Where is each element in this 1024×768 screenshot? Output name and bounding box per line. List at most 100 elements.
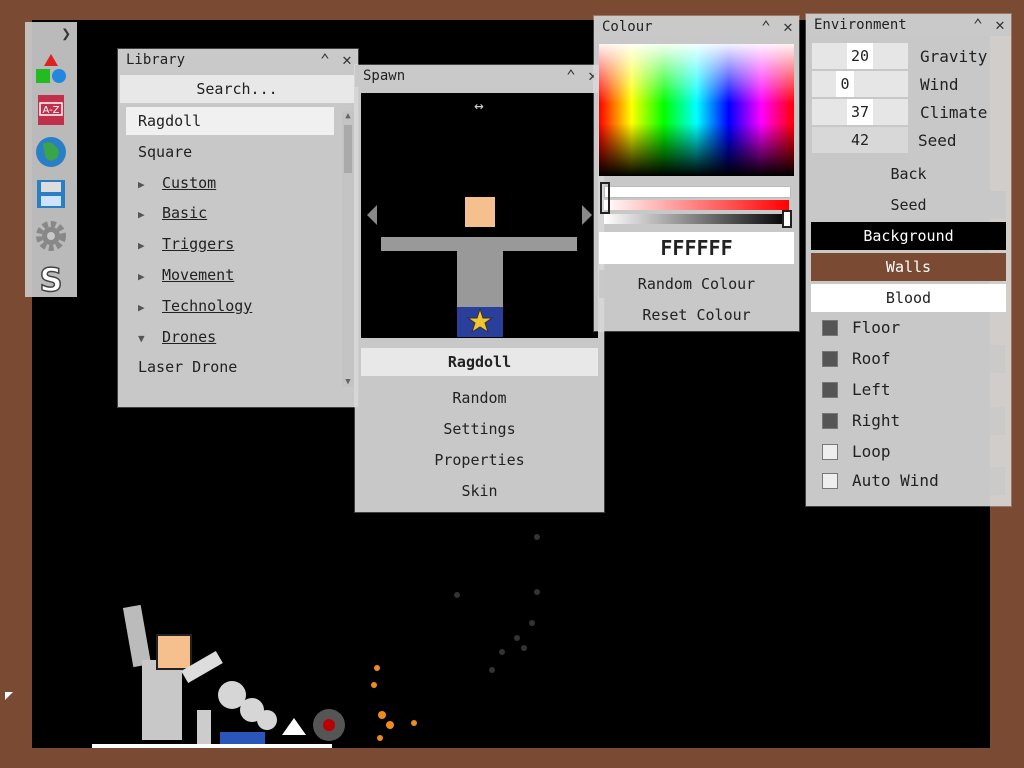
- close-icon[interactable]: ✕: [989, 14, 1011, 36]
- library-scrollbar[interactable]: ▲ ▼: [342, 111, 354, 387]
- minimize-icon[interactable]: ⌃: [755, 16, 777, 38]
- library-item[interactable]: Square: [126, 137, 334, 166]
- wind-row: 0 Wind: [812, 71, 1005, 99]
- wind-label: Wind: [920, 75, 959, 94]
- seed-button[interactable]: Seed: [811, 191, 1006, 219]
- floor-label: Floor: [852, 318, 901, 337]
- shapes-icon[interactable]: [35, 52, 67, 84]
- minimize-icon[interactable]: ⌃: [314, 49, 336, 71]
- expand-arrow-icon[interactable]: ▶: [138, 201, 162, 229]
- climate-label: Climate: [920, 103, 988, 122]
- auto-wind-toggle[interactable]: Auto Wind: [812, 467, 1005, 495]
- spawn-titlebar[interactable]: Spawn ⌃ ✕: [355, 65, 604, 87]
- library-item[interactable]: ▶ Custom: [126, 169, 334, 197]
- library-search-button[interactable]: Search...: [120, 75, 354, 103]
- auto-wind-label: Auto Wind: [852, 471, 939, 490]
- expand-arrow-icon[interactable]: ▶: [138, 171, 162, 199]
- auto-wind-checkbox[interactable]: [822, 473, 838, 489]
- right-label: Right: [852, 411, 901, 430]
- library-item-label: Custom: [162, 173, 217, 192]
- gravity-input[interactable]: 20: [812, 43, 908, 69]
- globe-icon[interactable]: [35, 136, 67, 168]
- a-z-book-icon[interactable]: A-Z: [35, 94, 67, 126]
- library-item-label: Triggers: [162, 235, 235, 254]
- ragdoll-preview: ↔: [367, 96, 592, 337]
- library-item[interactable]: ▶ Basic: [126, 199, 334, 229]
- spawn-random-button[interactable]: Random: [361, 384, 598, 412]
- climate-input[interactable]: 37: [812, 99, 908, 125]
- seed-input[interactable]: 42: [812, 127, 908, 153]
- library-item-label: Basic: [162, 204, 208, 223]
- slider-handle-left[interactable]: [600, 182, 610, 214]
- spawn-selected-label[interactable]: Ragdoll: [361, 348, 598, 376]
- spawn-panel: Spawn ⌃ ✕ ↔ Ragdoll Random Settings Prop…: [355, 65, 604, 512]
- left-toggle[interactable]: Left: [812, 376, 1005, 404]
- library-item[interactable]: Laser Drone: [126, 353, 334, 381]
- library-titlebar[interactable]: Library ⌃ ✕: [118, 49, 358, 71]
- right-checkbox[interactable]: [822, 413, 838, 429]
- random-colour-button[interactable]: Random Colour: [599, 270, 794, 298]
- gravity-label: Gravity: [920, 47, 988, 66]
- spawn-settings-button[interactable]: Settings: [361, 415, 598, 443]
- library-item[interactable]: ▶ Triggers: [126, 230, 334, 258]
- bomb-core: [323, 719, 335, 731]
- library-item-label: Laser Drone: [138, 358, 238, 377]
- library-item[interactable]: ▼ Drones: [126, 322, 334, 353]
- library-item-label: Drones: [162, 327, 217, 346]
- red-slider[interactable]: [604, 200, 789, 210]
- scroll-up-icon[interactable]: ▲: [342, 111, 354, 125]
- expand-arrow-icon[interactable]: ▶: [138, 263, 162, 291]
- brightness-slider[interactable]: [604, 186, 791, 198]
- scroll-thumb[interactable]: [344, 125, 352, 173]
- library-list: Ragdoll Square ▶ Custom ▶ Basic ▶ Triggers ▶ Move…: [118, 107, 358, 387]
- blood-colour-button[interactable]: Blood: [811, 284, 1006, 312]
- library-item[interactable]: ▶ Movement: [126, 261, 334, 289]
- scroll-down-icon[interactable]: ▼: [342, 377, 354, 387]
- hue-spectrum-picker[interactable]: [599, 44, 794, 176]
- chevron-right-icon[interactable]: ❯: [61, 24, 71, 43]
- colour-titlebar[interactable]: Colour ⌃ ✕: [594, 16, 799, 38]
- gear-icon[interactable]: [35, 220, 67, 252]
- s-logo-icon[interactable]: S: [35, 260, 67, 300]
- value-slider[interactable]: [604, 214, 789, 224]
- save-disk-icon[interactable]: [35, 178, 67, 210]
- left-checkbox[interactable]: [822, 382, 838, 398]
- colour-panel: Colour ⌃ ✕ FFFFFF Random Colour Reset Co…: [594, 16, 799, 331]
- loop-toggle[interactable]: Loop: [812, 438, 1005, 466]
- colour-title: Colour: [602, 19, 653, 35]
- mouse-cursor-icon: [5, 692, 13, 700]
- library-item[interactable]: ▶ Technology: [126, 292, 334, 320]
- reset-colour-button[interactable]: Reset Colour: [599, 301, 794, 329]
- close-icon[interactable]: ✕: [777, 16, 799, 38]
- expand-arrow-icon[interactable]: ▶: [138, 294, 162, 322]
- prev-arrow-icon: [367, 205, 377, 225]
- expand-arrow-icon[interactable]: ▶: [138, 232, 162, 260]
- walls-colour-button[interactable]: Walls: [811, 253, 1006, 281]
- library-item[interactable]: Ragdoll: [126, 107, 334, 135]
- environment-titlebar[interactable]: Environment ⌃ ✕: [806, 14, 1011, 36]
- left-label: Left: [852, 380, 891, 399]
- slider-handle-right[interactable]: [782, 210, 792, 228]
- floor-toggle[interactable]: Floor: [812, 314, 1005, 342]
- library-title: Library: [126, 52, 186, 68]
- hex-value-field[interactable]: FFFFFF: [599, 232, 794, 264]
- roof-toggle[interactable]: Roof: [812, 345, 1005, 373]
- back-button[interactable]: Back: [811, 160, 1006, 188]
- blue-block: [220, 732, 265, 746]
- svg-text:A-Z: A-Z: [42, 105, 59, 116]
- fire-particles: [371, 665, 417, 741]
- library-panel: Library ⌃ ✕ Search... Ragdoll Square ▶ Cust…: [118, 49, 358, 407]
- collapse-arrow-icon[interactable]: ▼: [138, 325, 162, 353]
- minimize-icon[interactable]: ⌃: [560, 65, 582, 87]
- roof-checkbox[interactable]: [822, 351, 838, 367]
- spawn-skin-button[interactable]: Skin: [361, 477, 598, 505]
- right-toggle[interactable]: Right: [812, 407, 1005, 435]
- spawn-properties-button[interactable]: Properties: [361, 446, 598, 474]
- minimize-icon[interactable]: ⌃: [967, 14, 989, 36]
- smoke-particles: [454, 534, 540, 673]
- floor-checkbox[interactable]: [822, 320, 838, 336]
- background-colour-button[interactable]: Background: [811, 222, 1006, 250]
- ragdoll-figure: [122, 604, 223, 746]
- wind-input[interactable]: 0: [812, 71, 908, 97]
- loop-checkbox[interactable]: [822, 444, 838, 460]
